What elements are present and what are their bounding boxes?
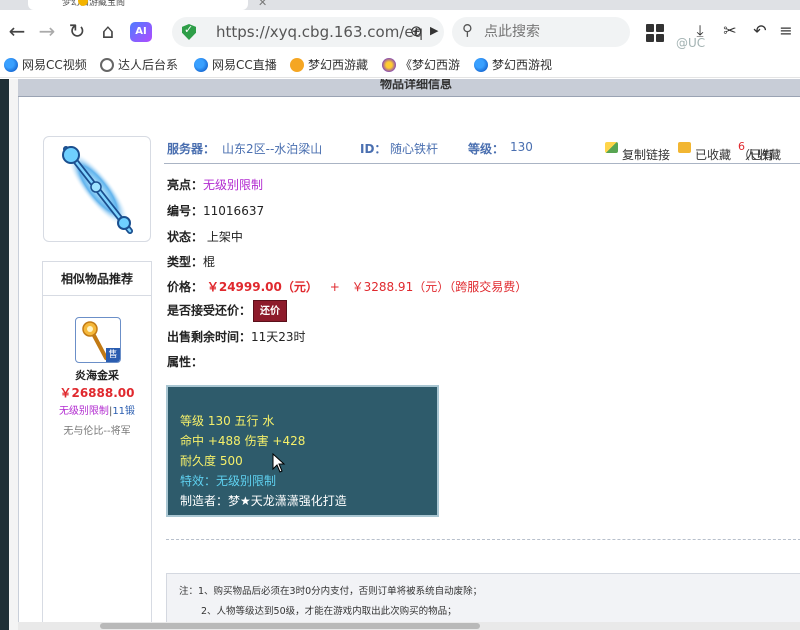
apps-grid-icon[interactable] <box>646 24 664 42</box>
search-box[interactable]: ⚲ <box>452 17 630 47</box>
ai-assistant-button[interactable]: AI <box>130 22 152 42</box>
bookmark-item[interactable]: 梦幻西游藏 <box>290 57 368 73</box>
similar-items-panel: 相似物品推荐 售 炎海金采 ￥26888.00 无级别限制|11锻 无与伦比--… <box>42 261 152 630</box>
url-arrow-icon[interactable]: ▶ <box>430 24 438 37</box>
xy-icon <box>382 58 396 72</box>
zoom-icon[interactable]: ⊕ <box>410 22 423 40</box>
secure-shield-icon <box>182 24 196 40</box>
cc-icon <box>474 58 488 72</box>
browser-tab[interactable]: 梦幻西游藏宝阁 <box>28 0 248 10</box>
similar-item-server: 无与伦比--将军 <box>63 426 131 437</box>
haggle-row: 是否接受还价： 还价 <box>167 300 288 322</box>
bookmark-item[interactable]: 梦幻西游视 <box>474 57 552 73</box>
forward-arrow-icon[interactable]: → <box>34 18 60 44</box>
note-line-1: 注：1、购买物品后必须在3时0分内支付，否则订单将被系统自动废除； <box>179 586 483 597</box>
menu-icon[interactable]: ≡ <box>776 21 796 41</box>
divider <box>166 539 800 540</box>
similar-item-name[interactable]: 炎海金采 <box>43 367 151 383</box>
search-icon: ⚲ <box>462 21 473 39</box>
hat-icon <box>290 58 304 72</box>
attr-durability: 耐久度 500 <box>180 454 243 468</box>
search-input[interactable] <box>484 22 624 42</box>
similar-items-title: 相似物品推荐 <box>43 262 151 296</box>
attributes-panel: 等级 130 五行 水 命中 +488 伤害 +428 耐久度 500 特效：无… <box>166 385 439 517</box>
level-value: 130 <box>510 140 533 154</box>
favorite-count: （已有 6 人收藏 <box>738 140 782 162</box>
horizontal-scrollbar[interactable] <box>18 622 800 630</box>
page-header: 物品详细信息 <box>18 79 800 97</box>
staff-weapon-icon <box>62 146 133 234</box>
similar-item-attrs: 无级别限制|11锻 <box>58 406 136 417</box>
tab-close-icon[interactable]: ✕ <box>258 0 267 9</box>
bookmarks-bar: 网易CC视频 达人后台系 网易CC直播 梦幻西游藏 《梦幻西游 梦幻西游视 <box>0 52 800 78</box>
bookmark-item[interactable]: 《梦幻西游 <box>382 57 460 73</box>
server-label: 服务器： <box>167 142 216 156</box>
level-label: 等级： <box>468 142 505 156</box>
similar-item-price: ￥26888.00 <box>59 386 135 400</box>
highlight-row: 亮点：无级别限制 <box>167 178 264 192</box>
cc-icon <box>194 58 208 72</box>
bookmark-item[interactable]: 网易CC视频 <box>4 57 87 73</box>
note-line-2: 2、人物等级达到50级，才能在游戏内取出此次购买的物品； <box>201 606 457 617</box>
sold-badge: 售 <box>106 348 120 362</box>
number-row: 编号：11016637 <box>167 204 265 218</box>
undo-icon[interactable]: ↶ <box>750 21 770 41</box>
item-thumbnail <box>43 136 151 242</box>
watermark-logo: @UC <box>676 36 706 50</box>
cc-icon <box>4 58 18 72</box>
bookmark-item[interactable]: 达人后台系 <box>100 57 178 73</box>
type-row: 类型：棍 <box>167 255 216 269</box>
number-value: 11016637 <box>203 204 265 218</box>
globe-icon <box>100 58 114 72</box>
item-info-bar: 服务器： 山东2区--水泊梁山 ID： 随心铁杆 等级： 130 复制链接 已收… <box>164 134 800 164</box>
remaining-time-row: 出售剩余时间：11天23时 <box>167 330 306 344</box>
status-row: 状态： 上架中 <box>167 230 243 244</box>
browser-toolbar: ← → ↻ ⌂ AI https://xyq.cbg.163.com/eq ⊕ … <box>0 10 800 52</box>
attributes-row: 属性： <box>167 355 204 369</box>
page-title: 物品详细信息 <box>380 79 453 91</box>
address-bar[interactable]: https://xyq.cbg.163.com/eq ⊕ ▶ <box>172 17 444 47</box>
copy-link-icon <box>605 142 618 153</box>
type-value: 棍 <box>203 255 216 269</box>
remaining-time-value: 11天23时 <box>251 330 306 344</box>
tab-strip: 梦幻西游藏宝阁 ✕ <box>0 0 800 10</box>
page-content: 物品详细信息 相似物品推荐 售 炎海金采 ￥26888.00 无级别限制|11锻… <box>0 79 800 630</box>
status-value: 上架中 <box>206 230 243 244</box>
server-value: 山东2区--水泊梁山 <box>222 142 323 156</box>
id-value: 随心铁杆 <box>390 142 439 156</box>
home-icon[interactable]: ⌂ <box>95 18 121 44</box>
cross-server-fee: ￥3288.91（元）（跨服交易费） <box>351 280 528 294</box>
reload-icon[interactable]: ↻ <box>64 18 90 44</box>
attr-maker: 制造者：梦★天龙潇潇强化打造 <box>180 494 347 508</box>
id-label: ID： <box>360 142 387 156</box>
attr-special-effect: 特效：无级别限制 <box>180 474 277 488</box>
highlight-value: 无级别限制 <box>203 178 264 192</box>
price-row: 价格： ￥24999.00（元） + ￥3288.91（元）（跨服交易费） <box>167 280 528 294</box>
url-text[interactable]: https://xyq.cbg.163.com/eq <box>216 23 423 41</box>
back-arrow-icon[interactable]: ← <box>4 18 30 44</box>
left-panel-edge <box>0 79 9 630</box>
similar-item-thumbnail[interactable]: 售 <box>75 317 121 363</box>
favorite-folder-icon <box>678 142 691 153</box>
attr-level-element: 等级 130 五行 水 <box>180 414 275 428</box>
attr-hit-damage: 命中 +488 伤害 +428 <box>180 434 306 448</box>
mouse-cursor-icon <box>272 453 286 473</box>
cut-icon[interactable]: ✂ <box>720 21 740 41</box>
bookmark-item[interactable]: 网易CC直播 <box>194 57 277 73</box>
tab-title: 梦幻西游藏宝阁 <box>62 0 126 8</box>
haggle-button[interactable]: 还价 <box>253 300 288 322</box>
scrollbar-thumb[interactable] <box>100 623 480 629</box>
price-value: ￥24999.00（元） <box>206 280 318 294</box>
